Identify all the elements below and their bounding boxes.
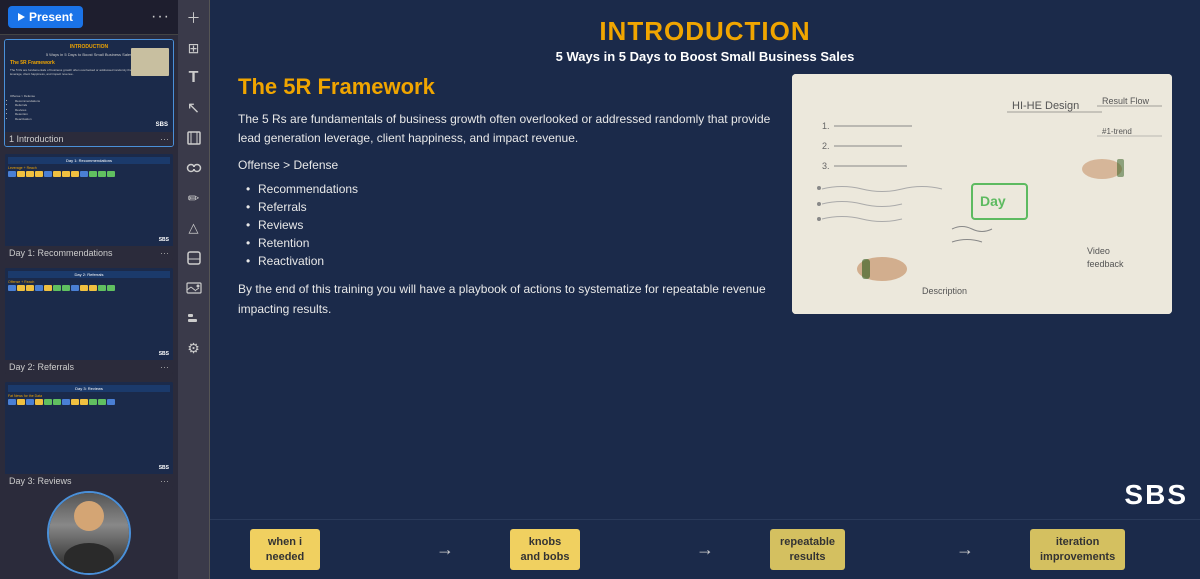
slide-2-label: Day 1: Recommendations [9, 248, 113, 258]
toolbar: ＋ ⊞ T ↖ ✏ △ ⚙ [178, 0, 210, 579]
slide-text-column: The 5R Framework The 5 Rs are fundamenta… [238, 74, 772, 509]
triangle-tool-button[interactable]: △ [182, 216, 206, 240]
align-tool-button[interactable] [182, 306, 206, 330]
svg-text:3.: 3. [822, 161, 830, 171]
pen-tool-button[interactable]: ✏ [182, 186, 206, 210]
bullet-retention: Retention [246, 236, 772, 250]
step-box-4: iterationimprovements [1030, 529, 1125, 570]
svg-text:1.: 1. [822, 121, 830, 131]
step-box-2: knobsand bobs [510, 529, 580, 570]
slide-body: The 5R Framework The 5 Rs are fundamenta… [238, 74, 1172, 509]
svg-text:HI-HE Design: HI-HE Design [1012, 100, 1079, 112]
bullet-recommendations: Recommendations [246, 182, 772, 196]
svg-text:Video: Video [1087, 246, 1110, 256]
svg-text:Result Flow: Result Flow [1102, 96, 1150, 106]
progress-arrow-3: → [900, 539, 1030, 560]
progress-arrow-2: → [640, 539, 770, 560]
whiteboard-image: HI-HE Design 1. 2. 3. [792, 74, 1172, 314]
slide-4-menu[interactable]: ··· [160, 476, 169, 486]
svg-text:#1-trend: #1-trend [1102, 127, 1132, 136]
slide-thumb-1[interactable]: INTRODUCTION 5 Ways in 5 Days to Boost S… [4, 39, 174, 147]
slide-4-label: Day 3: Reviews [9, 476, 72, 486]
progress-step-3: repeatableresults [770, 529, 900, 570]
sbs-logo: SBS [1124, 479, 1188, 511]
slide-subtitle: 5 Ways in 5 Days to Boost Small Business… [238, 49, 1172, 64]
cta-text: By the end of this training you will hav… [238, 280, 772, 318]
bullet-referrals: Referrals [246, 200, 772, 214]
slide-image-column: HI-HE Design 1. 2. 3. [792, 74, 1172, 509]
slide-thumb-2[interactable]: Day 1: Recommendations Leverage + Reach [4, 153, 174, 261]
bullet-reactivation: Reactivation [246, 254, 772, 268]
person-body [64, 543, 114, 573]
more-tool-button[interactable]: ⚙ [182, 336, 206, 360]
slide-1-menu[interactable]: ··· [160, 134, 169, 144]
step-box-3: repeatableresults [770, 529, 845, 570]
slide-3-label: Day 2: Referrals [9, 362, 74, 372]
slide-header: INTRODUCTION 5 Ways in 5 Days to Boost S… [238, 16, 1172, 64]
progress-arrow-1: → [380, 539, 510, 560]
bullet-reviews: Reviews [246, 218, 772, 232]
crop-tool-button[interactable] [182, 126, 206, 150]
slide-2-menu[interactable]: ··· [160, 248, 169, 258]
link-tool-button[interactable] [182, 156, 206, 180]
slide-thumb-3[interactable]: Day 2: Referrals Offense + Reach [4, 267, 174, 375]
progress-step-2: knobsand bobs [510, 529, 640, 570]
svg-text:Description: Description [922, 286, 967, 296]
progress-step-1: when ineeded [250, 529, 380, 570]
slide-content: INTRODUCTION 5 Ways in 5 Days to Boost S… [210, 0, 1200, 519]
mini-whiteboard [131, 48, 169, 76]
step-box-1: when ineeded [250, 529, 320, 570]
slide-3-menu[interactable]: ··· [160, 362, 169, 372]
framework-title: The 5R Framework [238, 74, 772, 100]
sidebar-menu-button[interactable]: ··· [151, 8, 170, 26]
slides-list: INTRODUCTION 5 Ways in 5 Days to Boost S… [0, 35, 178, 487]
person-head [74, 501, 104, 531]
mini-sbs2: SBS [159, 237, 169, 243]
image-tool-button[interactable] [182, 276, 206, 300]
progress-bar: when ineeded → knobsand bobs → repeatabl… [210, 519, 1200, 579]
mini-sbs-logo: SBS [156, 122, 168, 128]
svg-text:2.: 2. [822, 141, 830, 151]
svg-text:feedback: feedback [1087, 259, 1124, 269]
pointer-tool-button[interactable]: ↖ [182, 96, 206, 120]
sidebar: Present ··· INTRODUCTION 5 Ways in 5 Day… [0, 0, 178, 579]
mini-sbs3: SBS [159, 351, 169, 357]
framework-description: The 5 Rs are fundamentals of business gr… [238, 110, 772, 148]
slide-thumb-4[interactable]: Day 3: Reviews Fat News for the Data [4, 381, 174, 487]
progress-step-4: iterationimprovements [1030, 529, 1160, 570]
present-label: Present [29, 10, 73, 24]
sidebar-top-bar: Present ··· [0, 0, 178, 35]
main-area: INTRODUCTION 5 Ways in 5 Days to Boost S… [210, 0, 1200, 579]
mini-sbs4: SBS [159, 465, 169, 471]
text-tool-button[interactable]: T [182, 66, 206, 90]
offense-text: Offense > Defense [238, 158, 772, 172]
slide-1-label: 1 Introduction [9, 134, 64, 144]
slide-main-title: INTRODUCTION [238, 16, 1172, 47]
bullet-list: Recommendations Referrals Reviews Retent… [238, 182, 772, 268]
play-icon [18, 13, 25, 21]
grid-view-button[interactable]: ⊞ [182, 36, 206, 60]
webcam-feed [47, 491, 131, 575]
svg-text:Day: Day [980, 193, 1006, 209]
webcam-person [49, 493, 129, 573]
add-slide-button[interactable]: ＋ [182, 6, 206, 30]
eraser-tool-button[interactable] [182, 246, 206, 270]
present-button[interactable]: Present [8, 6, 83, 28]
slide-stage: INTRODUCTION 5 Ways in 5 Days to Boost S… [210, 0, 1200, 519]
